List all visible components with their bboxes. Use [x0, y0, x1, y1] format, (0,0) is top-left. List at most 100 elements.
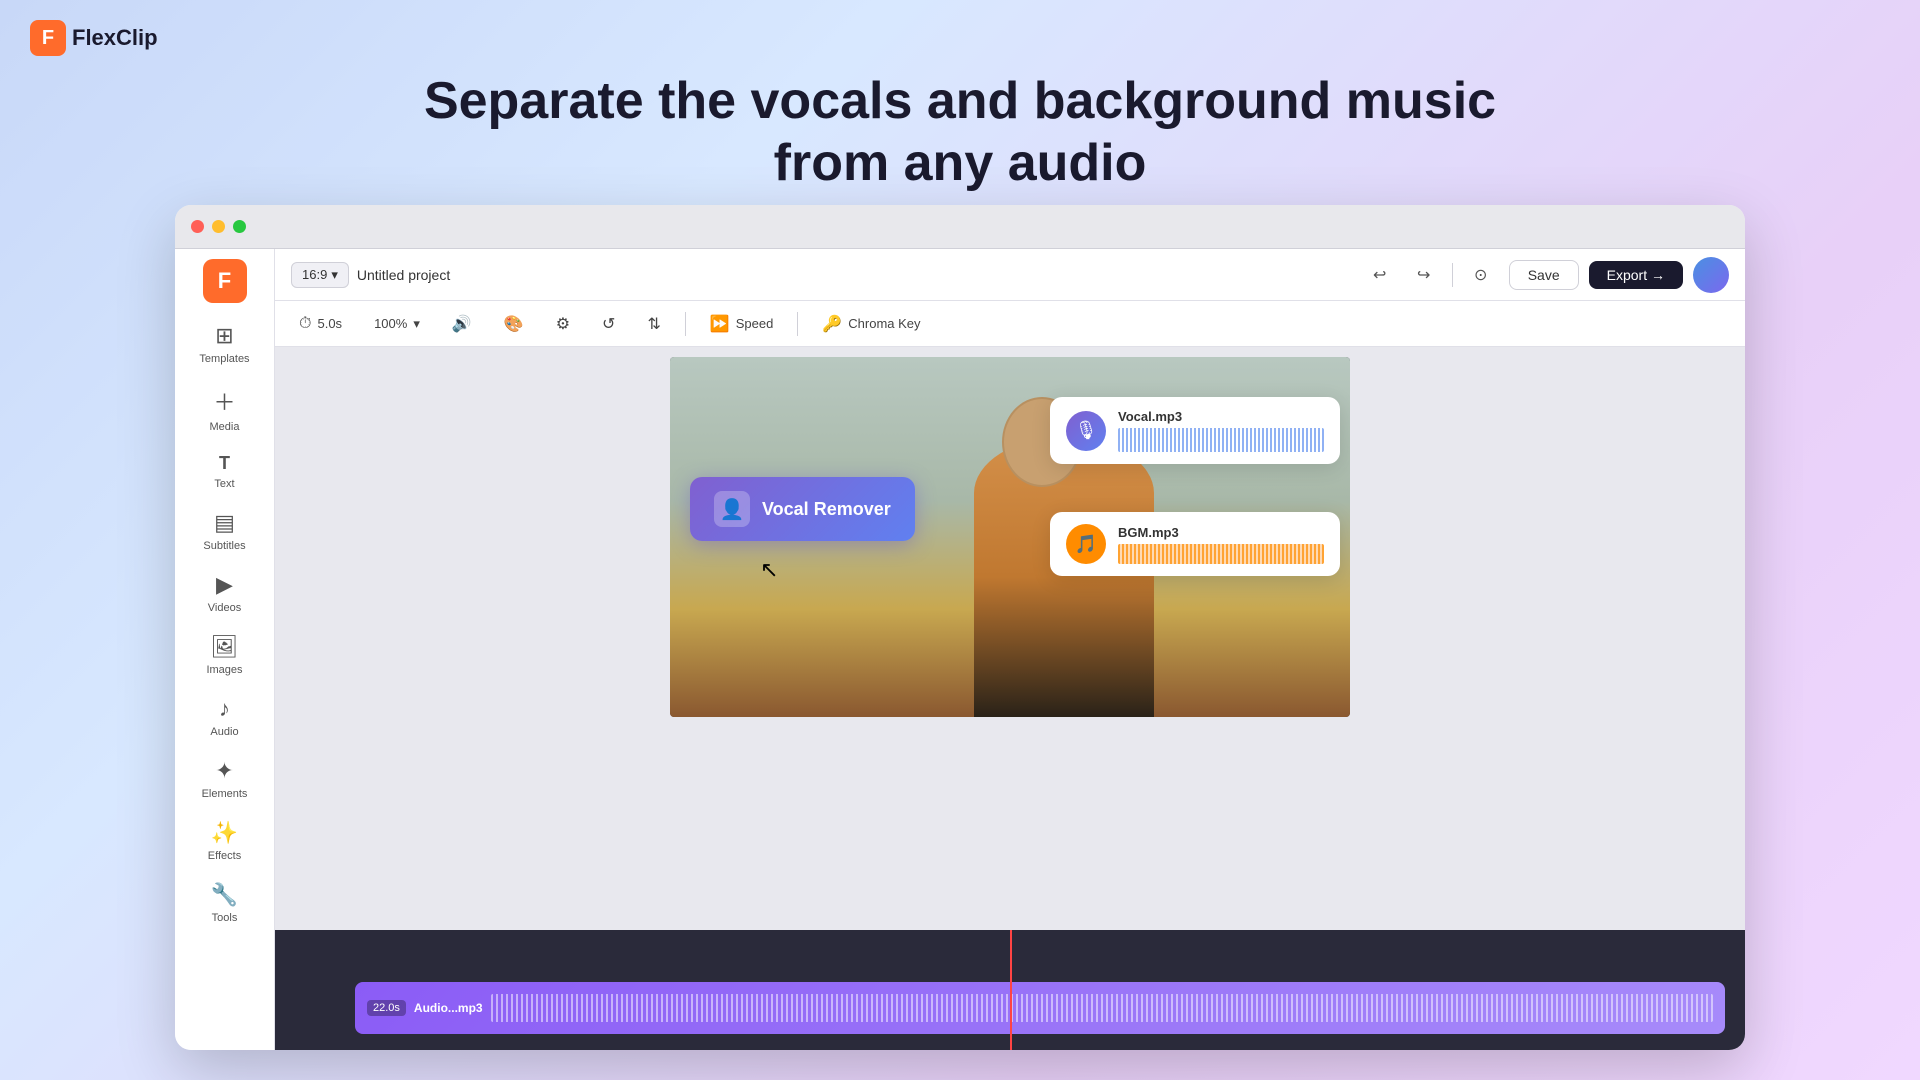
divider [1452, 263, 1453, 287]
bgm-icon: 🎵 [1066, 524, 1106, 564]
user-avatar[interactable] [1693, 257, 1729, 293]
logo-icon: F [30, 20, 66, 56]
track-waveform [491, 994, 1713, 1022]
templates-icon: ⊞ [215, 323, 233, 349]
bgm-info: BGM.mp3 [1118, 525, 1324, 564]
speed-label: Speed [736, 316, 774, 331]
aspect-ratio-value: 16:9 [302, 267, 327, 282]
flip-icon: ⇅ [647, 314, 660, 334]
sidebar-item-elements[interactable]: ✦ Elements [185, 750, 265, 808]
chroma-key-icon: 🔑 [822, 314, 842, 334]
logo-text: FlexClip [72, 25, 158, 51]
sidebar-label-images: Images [206, 664, 242, 676]
subtitles-icon: ▤ [214, 510, 235, 536]
images-icon: 🖼 [211, 634, 239, 660]
volume-item[interactable]: 🔊 [444, 310, 480, 338]
timeline-playhead [1010, 930, 1012, 1050]
reset-item[interactable]: ↺ [594, 310, 623, 338]
window-titlebar [175, 205, 1745, 249]
sidebar-label-effects: Effects [208, 850, 241, 862]
tools-icon: 🔧 [211, 882, 238, 908]
bgm-card: 🎵 BGM.mp3 [1050, 512, 1340, 576]
vocal-card: 🎙 Vocal.mp3 [1050, 397, 1340, 464]
aspect-ratio-button[interactable]: 16:9 ▾ [291, 262, 349, 288]
toolbar-secondary: ⏱ 5.0s 100% ▾ 🔊 🎨 ⚙ ↺ [275, 301, 1745, 347]
logo: F FlexClip [30, 20, 158, 56]
audio-track[interactable]: 22.0s Audio...mp3 [355, 982, 1725, 1034]
adjust-item[interactable]: ⚙ [548, 310, 578, 338]
project-title: Untitled project [357, 267, 450, 283]
chroma-key-label: Chroma Key [848, 316, 920, 331]
bgm-filename: BGM.mp3 [1118, 525, 1324, 540]
sidebar-logo-icon: F [203, 259, 247, 303]
maximize-btn[interactable] [233, 220, 246, 233]
track-time: 22.0s [367, 1000, 406, 1016]
zoom-value: 100% [374, 316, 407, 331]
speed-icon: ⏩ [710, 314, 730, 334]
chevron-down-icon: ▾ [331, 267, 338, 283]
chevron-down-icon-zoom: ▾ [413, 316, 420, 332]
color-item[interactable]: 🎨 [496, 310, 532, 338]
canvas-area: 👤 Vocal Remover ↖ 🎙 Vocal.mp3 [275, 347, 1745, 930]
media-icon: ＋ [213, 385, 235, 417]
divider2 [797, 312, 798, 336]
text-icon: T [219, 453, 230, 474]
clock-icon: ⏱ [299, 315, 311, 333]
speed-item[interactable]: ⏩ Speed [702, 310, 782, 338]
redo-button[interactable]: ↪ [1408, 259, 1440, 291]
chroma-key-item[interactable]: 🔑 Chroma Key [814, 310, 928, 338]
close-btn[interactable] [191, 220, 204, 233]
videos-icon: ▶ [216, 572, 233, 598]
sidebar-label-templates: Templates [199, 353, 249, 365]
export-button[interactable]: Export → [1589, 261, 1683, 289]
sidebar: F ⊞ Templates ＋ Media T Text ▤ Subtitles… [175, 249, 275, 1050]
zoom-item[interactable]: 100% ▾ [366, 312, 428, 336]
vocal-remover-button[interactable]: 👤 Vocal Remover [690, 477, 915, 541]
color-icon: 🎨 [504, 314, 524, 334]
vocal-filename: Vocal.mp3 [1118, 409, 1324, 424]
vocal-waveform [1118, 428, 1324, 452]
sidebar-item-videos[interactable]: ▶ Videos [185, 564, 265, 622]
sidebar-item-media[interactable]: ＋ Media [185, 377, 265, 441]
sidebar-label-videos: Videos [208, 602, 241, 614]
sidebar-item-audio[interactable]: ♪ Audio [185, 688, 265, 746]
timeline-track[interactable]: 22.0s Audio...mp3 [355, 982, 1725, 1034]
sidebar-item-effects[interactable]: ✨ Effects [185, 812, 265, 870]
sidebar-item-templates[interactable]: ⊞ Templates [185, 315, 265, 373]
video-preview: 👤 Vocal Remover ↖ 🎙 Vocal.mp3 [670, 357, 1350, 717]
minimize-btn[interactable] [212, 220, 225, 233]
flip-item[interactable]: ⇅ [639, 310, 668, 338]
duration-value: 5.0s [317, 316, 342, 331]
undo-button[interactable]: ↩ [1364, 259, 1396, 291]
timeline-area: 22.0s Audio...mp3 [275, 930, 1745, 1050]
effects-icon: ✨ [211, 820, 238, 846]
sidebar-label-audio: Audio [210, 726, 238, 738]
track-filename: Audio...mp3 [414, 1001, 483, 1015]
reset-icon: ↺ [602, 314, 615, 334]
divider [685, 312, 686, 336]
vocal-remover-icon: 👤 [714, 491, 750, 527]
sidebar-label-media: Media [210, 421, 240, 433]
audio-icon: ♪ [219, 696, 230, 722]
sidebar-item-tools[interactable]: 🔧 Tools [185, 874, 265, 932]
headline-line1: Separate the vocals and background music [424, 72, 1496, 130]
headline-line2: from any audio [774, 134, 1147, 192]
vocal-info: Vocal.mp3 [1118, 409, 1324, 452]
save-button[interactable]: Save [1509, 260, 1579, 290]
app-window: F ⊞ Templates ＋ Media T Text ▤ Subtitles… [175, 205, 1745, 1050]
headline: Separate the vocals and background music… [424, 70, 1496, 195]
sidebar-label-subtitles: Subtitles [203, 540, 245, 552]
screenshot-button[interactable]: ⊙ [1465, 259, 1497, 291]
toolbar-top: 16:9 ▾ Untitled project ↩ ↪ ⊙ Save Expor… [275, 249, 1745, 301]
duration-item[interactable]: ⏱ 5.0s [291, 311, 350, 337]
vocal-remover-label: Vocal Remover [762, 499, 891, 520]
elements-icon: ✦ [215, 758, 233, 784]
sidebar-label-text: Text [214, 478, 234, 490]
sidebar-item-text[interactable]: T Text [185, 445, 265, 498]
sidebar-item-subtitles[interactable]: ▤ Subtitles [185, 502, 265, 560]
volume-icon: 🔊 [452, 314, 472, 334]
adjust-icon: ⚙ [556, 314, 570, 334]
vocal-icon: 🎙 [1066, 411, 1106, 451]
sidebar-item-images[interactable]: 🖼 Images [185, 626, 265, 684]
bgm-waveform [1118, 544, 1324, 564]
